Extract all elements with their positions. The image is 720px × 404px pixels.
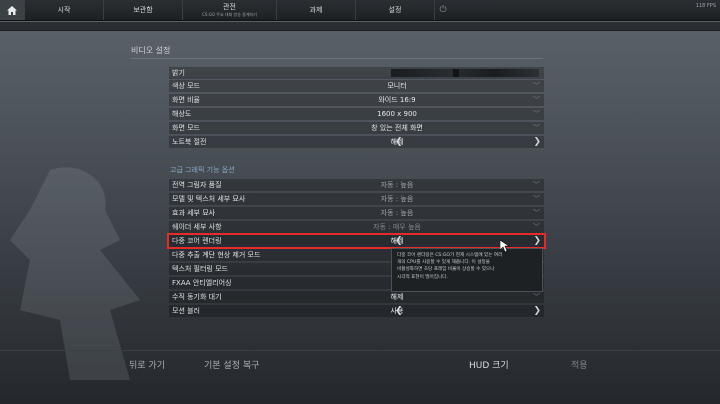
color-mode-value: 모니터 — [387, 82, 407, 90]
multicore-rendering-row: 다중 코어 렌더링 ❮ 해제 ❯ — [167, 233, 546, 249]
color-mode-row[interactable]: 색상 모드 모니터 ﹀ — [169, 80, 544, 92]
tooltip-line: 다중 코어 렌더링은 CS:GO가 현재 시스템에 있는 여러 — [397, 253, 503, 258]
shader-detail-row[interactable]: 쉐이더 세부 사항 자동 : 매우 높음 ﹀ — [169, 221, 544, 233]
vsync-value: 해제 — [390, 293, 404, 301]
advanced-settings-header: 고급 그래픽 기능 옵션 — [170, 166, 235, 174]
tab-watch[interactable]: 관전 CS:GO 주요 대회 방송 중계하기 — [183, 0, 277, 20]
hud-size-button[interactable]: HUD 크기 — [469, 358, 509, 371]
fxaa-label: FXAA 안티엘리어싱 — [172, 279, 232, 287]
section-divider — [131, 58, 543, 59]
effect-detail-row[interactable]: 효과 세부 묘사 자동 : 높음 ﹀ — [169, 207, 544, 219]
home-button[interactable] — [0, 0, 25, 20]
bottom-divider — [0, 350, 720, 351]
resolution-label: 해상도 — [172, 110, 192, 118]
laptop-power-saving-row: 노트북 절전 ❮ 해제 ❯ — [169, 136, 544, 148]
color-mode-label: 색상 모드 — [172, 82, 200, 90]
display-mode-value: 창 있는 전체 화면 — [371, 124, 423, 132]
vsync-row[interactable]: 수직 동기화 대기 해제 ﹀ — [169, 291, 544, 303]
tab-inventory[interactable]: 보관함 — [104, 0, 183, 20]
arrow-right-icon[interactable]: ❯ — [533, 136, 541, 148]
tab-play-label: 시작 — [57, 5, 71, 14]
motion-blur-label: 모션 블러 — [172, 307, 200, 315]
shadow-quality-row[interactable]: 전역 그림자 품질 자동 : 높음 ﹀ — [169, 179, 544, 191]
tab-watch-sublabel: CS:GO 주요 대회 방송 중계하기 — [202, 11, 257, 17]
chevron-down-icon[interactable]: ﹀ — [533, 108, 540, 120]
arrow-right-icon[interactable]: ❯ — [533, 235, 541, 247]
fps-counter: 118 FPS — [695, 3, 716, 9]
tooltip-line: 시각적 표현이 떨어집니다. — [397, 274, 448, 280]
model-texture-detail-value: 자동 : 높음 — [380, 195, 414, 203]
resolution-row[interactable]: 해상도 1600 x 900 ﹀ — [169, 108, 544, 120]
brightness-row: 밝기 — [169, 67, 544, 79]
tab-missions[interactable]: 과제 — [277, 0, 356, 20]
multicore-tooltip: 다중 코어 렌더링은 CS:GO가 현재 시스템에 있는 여러 개의 CPU를 … — [391, 248, 543, 292]
tooltip-line: 비활성화하면 초당 프레임 비율이 상승할 수 있으나 — [397, 267, 495, 273]
brightness-label: 밝기 — [172, 69, 185, 77]
chevron-down-icon[interactable]: ﹀ — [533, 179, 540, 191]
chevron-down-icon[interactable]: ﹀ — [533, 291, 540, 303]
bottom-bar: 뒤로 가기 기본 설정 복구 HUD 크기 적용 — [0, 352, 720, 374]
shader-detail-value: 자동 : 매우 높음 — [373, 223, 421, 231]
laptop-power-saving-value: 해제 — [390, 138, 404, 146]
aspect-ratio-value: 와이드 16:9 — [378, 96, 416, 104]
section-title: 비디오 설정 — [131, 46, 171, 55]
motion-blur-value: 사용 — [390, 307, 404, 315]
tooltip-line: 개의 CPU를 사용할 수 있게 해줍니다. 이 설정을 — [397, 260, 490, 266]
chevron-down-icon[interactable]: ﹀ — [533, 94, 540, 106]
tab-play[interactable]: 시작 — [25, 0, 104, 20]
display-mode-label: 화면 모드 — [172, 124, 200, 132]
model-texture-detail-row[interactable]: 모델 및 텍스처 세부 묘사 자동 : 높음 ﹀ — [169, 193, 544, 205]
mouse-cursor-icon — [500, 240, 510, 252]
msaa-mode-label: 다중 추출 계단 현상 제거 모드 — [172, 251, 261, 259]
background-soldier-silhouette — [10, 167, 140, 380]
chevron-down-icon[interactable]: ﹀ — [533, 221, 540, 233]
tab-missions-label: 과제 — [309, 5, 323, 14]
tab-settings[interactable]: 설정 — [356, 0, 435, 20]
motion-blur-row: 모션 블러 ❮ 사용 ❯ — [169, 305, 544, 317]
brightness-slider-thumb[interactable] — [453, 69, 459, 77]
apply-button[interactable]: 적용 — [571, 358, 588, 371]
sub-nav-stripe — [0, 22, 720, 31]
shader-detail-label: 쉐이더 세부 사항 — [172, 223, 222, 231]
power-button[interactable]: ⏻ — [435, 0, 451, 20]
resolution-value: 1600 x 900 — [377, 110, 417, 118]
display-mode-row[interactable]: 화면 모드 창 있는 전체 화면 ﹀ — [169, 122, 544, 134]
restore-defaults-button[interactable]: 기본 설정 복구 — [204, 358, 259, 371]
top-navigation: 시작 보관함 관전 CS:GO 주요 대회 방송 중계하기 과제 설정 ⏻ — [0, 0, 720, 21]
shadow-quality-label: 전역 그림자 품질 — [172, 181, 222, 189]
tab-inventory-label: 보관함 — [133, 5, 153, 14]
back-button[interactable]: 뒤로 가기 — [129, 358, 165, 371]
shadow-quality-value: 자동 : 높음 — [380, 181, 414, 189]
chevron-down-icon[interactable]: ﹀ — [533, 207, 540, 219]
aspect-ratio-row[interactable]: 화면 비율 와이드 16:9 ﹀ — [169, 94, 544, 106]
power-icon: ⏻ — [439, 4, 447, 15]
vsync-label: 수직 동기화 대기 — [172, 293, 222, 301]
aspect-ratio-label: 화면 비율 — [172, 96, 200, 104]
multicore-rendering-value: 해제 — [390, 237, 404, 245]
laptop-power-saving-label: 노트북 절전 — [172, 138, 207, 146]
model-texture-detail-label: 모델 및 텍스처 세부 묘사 — [172, 195, 246, 203]
home-icon — [7, 5, 17, 15]
effect-detail-value: 자동 : 높음 — [380, 209, 414, 217]
chevron-down-icon[interactable]: ﹀ — [533, 80, 540, 92]
texture-filtering-label: 텍스처 필터링 모드 — [172, 265, 228, 273]
multicore-rendering-label: 다중 코어 렌더링 — [172, 237, 222, 245]
arrow-right-icon[interactable]: ❯ — [533, 305, 541, 317]
brightness-slider[interactable] — [391, 69, 539, 77]
chevron-down-icon[interactable]: ﹀ — [533, 122, 540, 134]
chevron-down-icon[interactable]: ﹀ — [533, 193, 540, 205]
tab-watch-label: 관전 — [223, 2, 236, 11]
tab-settings-label: 설정 — [388, 5, 402, 14]
effect-detail-label: 효과 세부 묘사 — [172, 209, 216, 217]
